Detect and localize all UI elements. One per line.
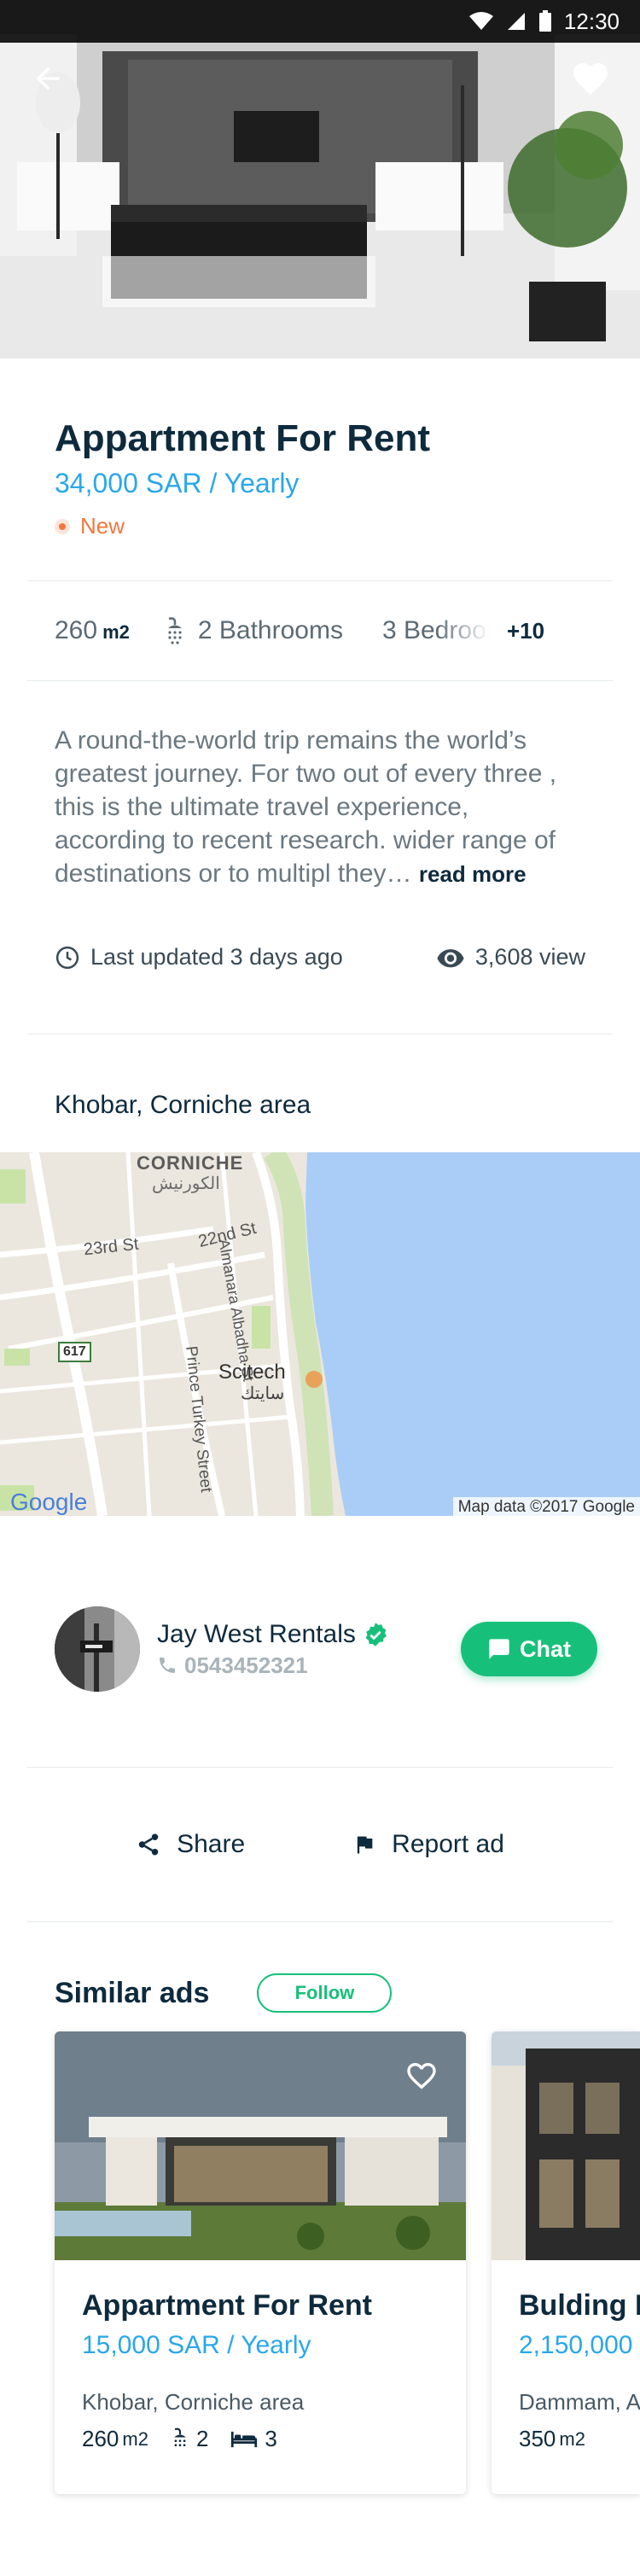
similar-ad-price: 2,150,000 SAR [519,2331,640,2360]
follow-button[interactable]: Follow [257,1973,393,2014]
wifi-icon [468,12,493,30]
share-button[interactable]: Share [136,1830,245,1859]
listing-price: 34,000 SAR / Yearly [55,468,300,499]
chat-button-label: Chat [520,1635,571,1662]
similar-ad-body: Appartment For Rent 15,000 SAR / Yearly … [55,2260,466,2452]
agent-phone: 0543452321 [184,1652,308,1678]
clock-icon [55,946,79,970]
bathrooms-label: 2 Bathrooms [197,616,343,645]
similar-ad-baths: 2 [171,2426,208,2452]
shower-icon [174,2427,186,2447]
similar-ad-beds-value: 3 [265,2426,277,2452]
report-ad-button[interactable]: Report ad [352,1830,504,1859]
map-graphic [0,1152,640,1517]
similar-ad-title: Bulding For Sale [519,2289,640,2322]
bedrooms-label: 3 Bedrooms [381,616,490,645]
similar-ad-baths-value: 2 [195,2426,209,2452]
phone-icon [160,1658,175,1674]
signal-icon [507,13,525,30]
share-label: Share [177,1830,246,1859]
chat-bubble-icon [489,1639,509,1660]
eye-icon [437,948,464,968]
map-label-corniche-ar: الكورنيش [152,1174,220,1194]
agent-name[interactable]: Jay West Rentals [157,1620,356,1649]
similar-ad-location: Dammam, Al [519,2389,640,2416]
listing-title: Appartment For Rent [55,417,430,459]
views-label: 3,608 view [474,944,585,970]
read-more-link[interactable]: read more [419,861,527,887]
listing-description: A round-the-world trip remains the world… [0,681,640,891]
favorite-heart-outline-icon[interactable] [404,2059,439,2093]
spec-bedrooms: 3 Bedrooms [370,616,490,645]
similar-ad-area-value: 260 [82,2426,119,2452]
action-row: Share Report ad [0,1768,640,1921]
shower-icon [167,617,182,644]
similar-ad-image [55,2031,466,2261]
new-badge-label: New [80,513,125,539]
similar-ad-area-unit: m2 [559,2427,585,2450]
agent-avatar[interactable] [55,1606,140,1693]
new-badge: New [55,513,585,539]
similar-ad-area-unit: m2 [122,2427,148,2450]
similar-ad-card[interactable]: Appartment For Rent 15,000 SAR / Yearly … [55,2031,466,2495]
listing-specs: 260m2 2 Bathrooms 3 Bedrooms +10 [0,581,640,680]
status-time: 12:30 [563,8,620,34]
similar-ad-area: 350 m2 [519,2426,585,2452]
bed-icon [231,2431,258,2448]
status-bar: 12:30 [0,0,640,43]
listing-location: Khobar, Corniche area [55,1091,311,1120]
google-logo: Google [10,1489,88,1516]
favorite-heart-icon[interactable] [570,58,611,99]
similar-ad-location: Khobar, Corniche area [82,2389,305,2416]
agent-phone-row[interactable]: 0543452321 [157,1652,461,1679]
agent-card: Jay West Rentals 0543452321 Chat [0,1516,640,1693]
listing-meta: Last updated 3 days ago 3,608 view [0,891,640,970]
similar-ads-title: Similar ads [55,1976,210,2009]
similar-ad-specs: 350 m2 [519,2426,613,2452]
report-ad-label: Report ad [392,1830,504,1859]
similar-ad-price: 15,000 SAR / Yearly [82,2331,311,2360]
view-count: 3,608 view [436,944,585,970]
map-attribution[interactable]: Map data ©2017 Google [452,1497,640,1517]
similar-ad-area-value: 350 [519,2426,556,2452]
share-icon [138,1833,159,1856]
map-label-617: 617 [58,1342,91,1363]
hero-image: 12:30 [0,0,640,358]
living-room-photo [0,0,640,358]
similar-ad-image [492,2031,640,2261]
last-updated: Last updated 3 days ago [55,944,343,970]
flag-icon [357,1837,373,1854]
similar-ad-body: Bulding For Sale 2,150,000 SAR Dammam, A… [492,2260,640,2452]
last-updated-label: Last updated 3 days ago [90,944,343,970]
similar-ad-beds: 3 [230,2426,277,2452]
map-label-corniche: CORNICHE [137,1152,244,1174]
map-label-scitech: Scitech [218,1361,286,1384]
back-arrow-icon[interactable] [31,61,65,96]
similar-ads-header: Similar ads Follow [0,1922,640,2014]
area-value: 260 [55,616,98,645]
street-sign-photo [55,1606,140,1693]
location-map[interactable]: CORNICHE الكورنيش 23rd St 22nd St Almana… [0,1152,640,1517]
agent-info: Jay West Rentals 0543452321 [157,1620,461,1679]
verified-badge-icon [365,1623,387,1646]
similar-ad-title: Appartment For Rent [82,2289,372,2322]
listing-header: Appartment For Rent 34,000 SAR / Yearly … [0,358,640,539]
chat-button[interactable]: Chat [461,1622,597,1677]
similar-ad-card[interactable]: Bulding For Sale 2,150,000 SAR Dammam, A… [492,2031,640,2495]
similar-ad-area: 260 m2 [82,2426,148,2452]
new-dot-icon [55,518,70,534]
spec-bathrooms: 2 Bathrooms [164,616,343,645]
area-unit: m2 [102,621,130,644]
spec-area: 260 m2 [55,616,130,645]
more-specs-count[interactable]: +10 [507,618,544,644]
battery-icon [538,10,551,32]
agent-name-row: Jay West Rentals [157,1620,461,1649]
building-photo [492,2031,640,2261]
similar-ad-specs: 260 m2 2 3 [82,2426,439,2452]
map-label-scitech-ar: سايتك [241,1384,285,1404]
similar-ads-carousel[interactable]: Appartment For Rent 15,000 SAR / Yearly … [0,2031,640,2509]
